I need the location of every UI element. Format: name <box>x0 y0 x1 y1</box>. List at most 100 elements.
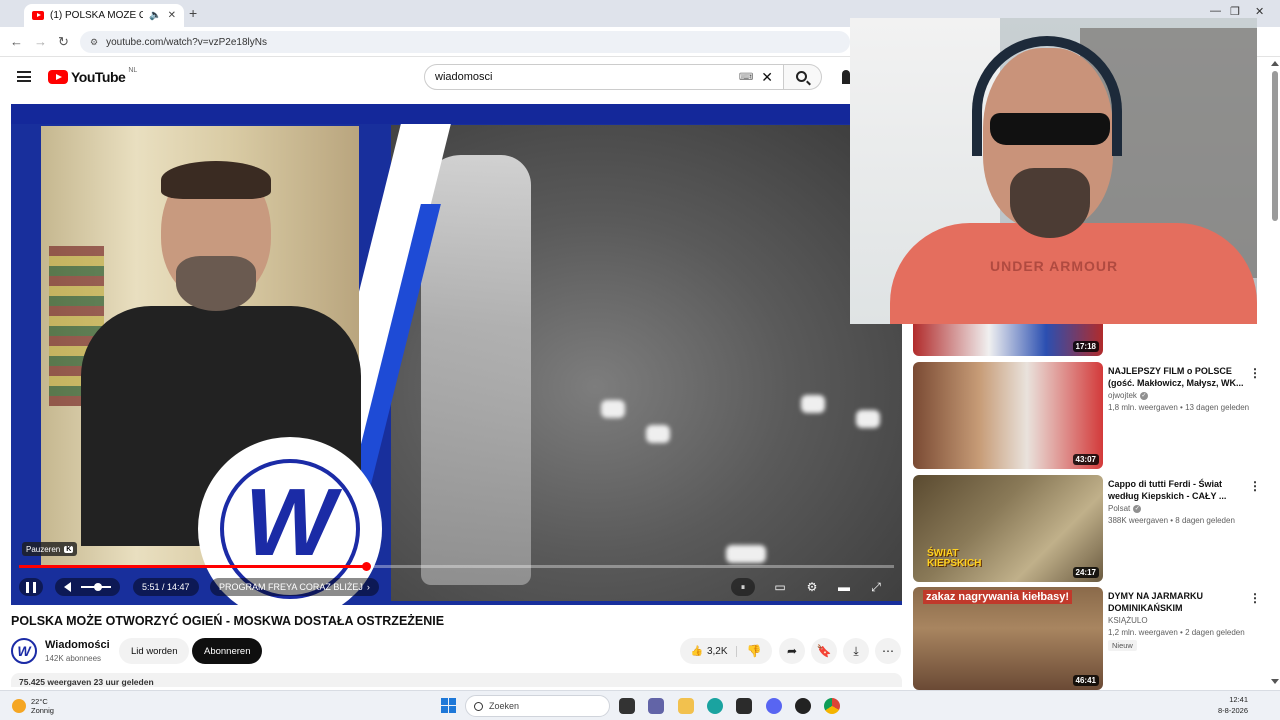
voice-search-icon[interactable] <box>842 70 850 84</box>
taskbar-search[interactable]: Zoeken <box>465 695 610 717</box>
dislike-button[interactable]: 👎 <box>737 644 762 658</box>
more-actions-button[interactable]: ⋯ <box>875 638 901 664</box>
related-thumbnail[interactable]: zakaz nagrywania kiełbasy! 46:41 <box>913 587 1103 690</box>
mute-tab-icon[interactable]: 🔈 <box>149 10 161 21</box>
channel-label: Polsat <box>1108 504 1131 513</box>
related-video[interactable]: ŚWIAT KIEPSKICH 24:17 Cappo di tutti Fer… <box>913 475 1263 582</box>
related-title[interactable]: NAJLEPSZY FILM o POLSCE (gość. Makłowicz… <box>1108 365 1246 389</box>
tooltip-shortcut-key: K <box>64 545 74 553</box>
thumbs-up-icon: 👍 <box>690 645 703 657</box>
time-display: 5:51 / 14:47 <box>133 578 199 596</box>
join-button[interactable]: Lid worden <box>119 638 190 664</box>
video-player[interactable]: W Pauzeren K 5:51 / 14:47 PROGRAM FREYA … <box>11 104 902 605</box>
close-tab-icon[interactable]: ✕ <box>168 10 176 21</box>
maximize-window-icon[interactable]: ❐ <box>1230 5 1240 18</box>
keyboard-icon[interactable]: ⌨ <box>739 72 753 83</box>
related-video[interactable]: 17:18 <box>913 324 1263 356</box>
related-channel[interactable]: KSIĄŻULO <box>1108 616 1148 625</box>
thumbnail-caption: zakaz nagrywania kiełbasy! <box>923 590 1073 604</box>
site-info-icon[interactable]: ⚙ <box>90 37 98 48</box>
teams-icon[interactable] <box>648 698 664 714</box>
start-button[interactable] <box>441 698 456 713</box>
fullscreen-icon[interactable]: ⤢ <box>867 578 885 596</box>
description-box[interactable]: 75.425 weergaven 23 uur geleden <box>11 673 902 687</box>
task-view-icon[interactable] <box>619 698 635 714</box>
address-bar[interactable]: ⚙ youtube.com/watch?v=vzP2e18lyNs <box>80 31 850 53</box>
download-icon: ⤓ <box>853 643 859 658</box>
related-channel[interactable]: ojwojtek ✓ <box>1108 391 1148 400</box>
related-video[interactable]: zakaz nagrywania kiełbasy! 46:41 DYMY NA… <box>913 587 1263 690</box>
webcam-beard <box>1010 168 1090 238</box>
scroll-up-icon[interactable] <box>1271 61 1279 66</box>
chrome-icon[interactable] <box>824 698 840 714</box>
youtube-logo[interactable]: YouTube NL <box>48 67 137 85</box>
volume-icon[interactable] <box>64 582 71 592</box>
thermal-hotspot <box>601 400 625 418</box>
like-button[interactable]: 👍 3,2K <box>690 645 737 657</box>
duration-badge: 46:41 <box>1072 675 1099 686</box>
more-vertical-icon[interactable]: ⋮ <box>1249 591 1261 605</box>
search-input[interactable]: wiadomosci ⌨ ✕ <box>424 64 784 90</box>
thermal-soldier-figure <box>421 155 531 585</box>
weather-widget[interactable]: 22°C Zonnig <box>12 697 54 715</box>
theater-mode-icon[interactable]: ▬ <box>835 578 853 596</box>
edge-icon[interactable] <box>707 698 723 714</box>
related-meta: 1,2 mln. weergaven • 2 dagen geleden <box>1108 628 1245 637</box>
duration-badge: 43:07 <box>1072 454 1099 465</box>
discord-icon[interactable] <box>766 698 782 714</box>
share-button[interactable]: ➦ <box>779 638 805 664</box>
browser-tab[interactable]: (1) POLSKA MOŻE OTWORZ 🔈 ✕ <box>24 4 184 27</box>
close-window-icon[interactable]: ✕ <box>1255 5 1264 18</box>
scrubber-handle[interactable] <box>361 562 371 571</box>
download-button[interactable]: ⤓ <box>843 638 869 664</box>
channel-name[interactable]: Wiadomości <box>45 639 110 651</box>
scroll-down-icon[interactable] <box>1271 679 1279 684</box>
related-meta: 1,8 mln. weergaven • 13 dagen geleden <box>1108 403 1250 412</box>
pause-tooltip: Pauzeren K <box>22 542 78 556</box>
clear-search-icon[interactable]: ✕ <box>761 69 773 86</box>
player-controls: 5:51 / 14:47 PROGRAM FREYA CORAZ BLIŻEJ … <box>11 574 902 600</box>
back-arrow-icon[interactable]: ← <box>10 34 23 49</box>
related-thumbnail[interactable]: 43:07 <box>913 362 1103 469</box>
search-button[interactable] <box>784 64 822 90</box>
weather-temp: 22°C <box>31 697 48 706</box>
chapter-button[interactable]: PROGRAM FREYA CORAZ BLIŻEJ › <box>210 578 379 596</box>
minimize-window-icon[interactable]: — <box>1210 5 1221 17</box>
more-vertical-icon[interactable]: ⋮ <box>1249 366 1261 380</box>
related-thumbnail[interactable]: 17:18 <box>913 324 1103 356</box>
save-button[interactable]: 🔖 <box>811 638 837 664</box>
related-title[interactable]: DYMY NA JARMARKU DOMINIKAŃSKIM <box>1108 590 1246 614</box>
channel-label: ojwojtek <box>1108 391 1137 400</box>
reload-icon[interactable]: ↻ <box>58 34 69 50</box>
clock-time: 12:41 <box>1229 695 1249 704</box>
autoplay-toggle[interactable]: ⏸ <box>731 578 755 596</box>
related-title[interactable]: Cappo di tutti Ferdi - Świat według Kiep… <box>1108 478 1246 502</box>
settings-gear-icon[interactable]: ⚙ <box>803 578 821 596</box>
pause-button[interactable] <box>19 578 43 596</box>
forward-arrow-icon[interactable]: → <box>34 34 47 49</box>
app-icon[interactable] <box>795 698 811 714</box>
thumbnail-caption: ŚWIAT KIEPSKICH <box>927 548 982 569</box>
search-icon <box>796 71 807 82</box>
volume-control[interactable] <box>55 578 120 596</box>
file-explorer-icon[interactable] <box>678 698 694 714</box>
thermal-hotspot <box>856 410 880 428</box>
streamer-webcam: UNDER ARMOUR <box>850 18 1257 324</box>
related-video[interactable]: 43:07 NAJLEPSZY FILM o POLSCE (gość. Mak… <box>913 362 1263 469</box>
sun-icon <box>12 699 26 713</box>
progress-bar[interactable] <box>19 562 894 571</box>
new-tab-icon[interactable]: + <box>189 5 197 21</box>
channel-avatar[interactable]: W <box>11 638 37 664</box>
subtitles-icon[interactable]: ▭ <box>771 578 789 596</box>
page-scrollbar[interactable] <box>1270 57 1280 687</box>
app-icon[interactable] <box>736 698 752 714</box>
system-clock[interactable]: 12:41 8-8-2026 <box>1218 694 1248 716</box>
subscribe-button[interactable]: Abonneren <box>192 638 263 664</box>
volume-slider[interactable] <box>81 583 111 591</box>
bookmark-icon: 🔖 <box>816 644 832 658</box>
scrollbar-thumb[interactable] <box>1272 71 1278 221</box>
menu-icon[interactable] <box>17 71 31 82</box>
related-thumbnail[interactable]: ŚWIAT KIEPSKICH 24:17 <box>913 475 1103 582</box>
more-vertical-icon[interactable]: ⋮ <box>1249 479 1261 493</box>
related-channel[interactable]: Polsat ✓ <box>1108 504 1142 513</box>
